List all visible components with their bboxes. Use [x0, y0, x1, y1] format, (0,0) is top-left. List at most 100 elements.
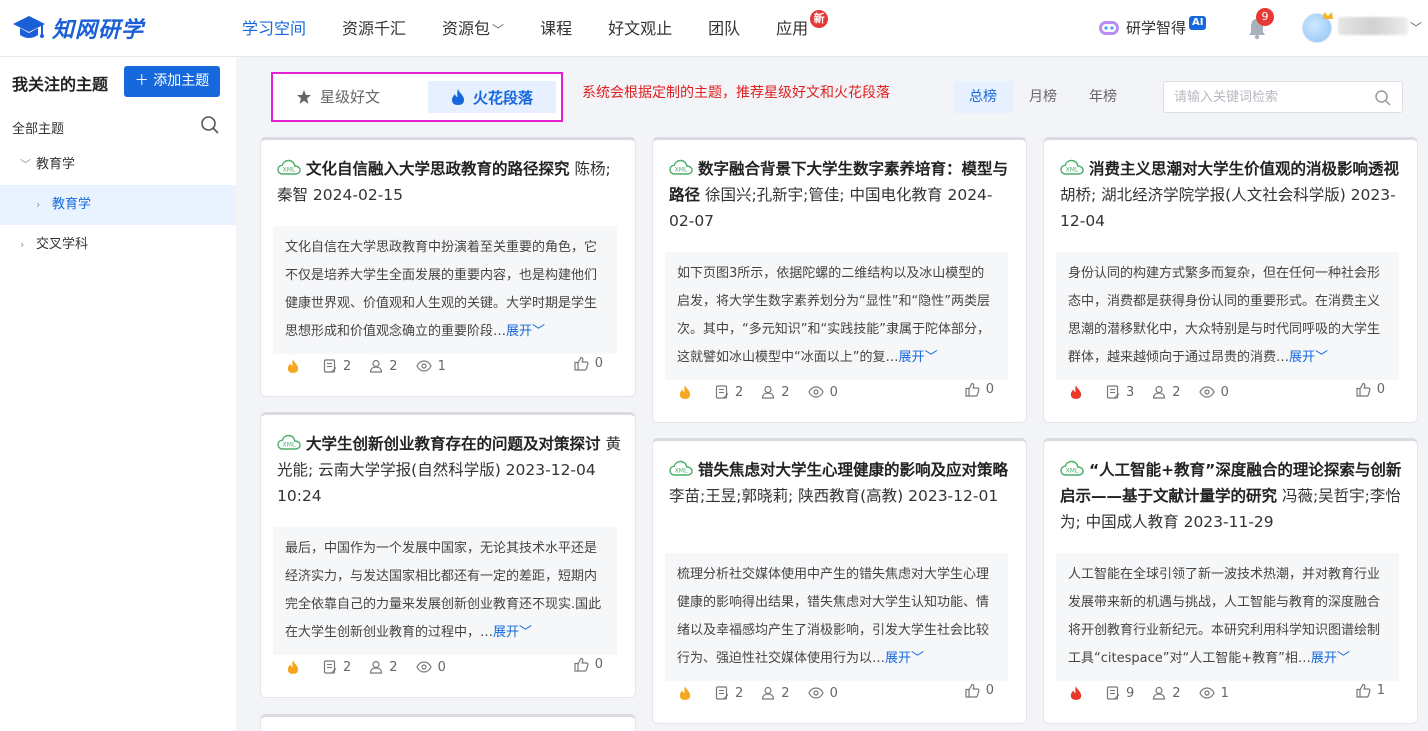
- stat-value: 2: [343, 358, 352, 374]
- article-title[interactable]: 消费主义思潮对大学生价值观的消极影响透视: [1089, 160, 1399, 178]
- user-icon: [370, 359, 383, 373]
- nav-item-study-space[interactable]: 学习空间: [224, 0, 324, 57]
- article-title[interactable]: 大学生创新创业教育存在的问题及对策探讨: [306, 435, 601, 453]
- stat-value: 0: [1376, 382, 1385, 397]
- expand-link[interactable]: 展开﹀: [885, 651, 924, 666]
- tree-item-education[interactable]: ﹀ 教育学: [20, 145, 75, 185]
- fire-icon: [679, 385, 691, 399]
- spark-paragraph: 人工智能在全球引领了新一波技术热潮，并对教育行业发展带来新的机遇与挑战，人工智能…: [1056, 553, 1399, 681]
- chevron-down-icon: ﹀: [911, 651, 925, 666]
- spark-paragraph: 文化自信在大学思政教育中扮演着至关重要的角色，它不仅是培养大学生全面发展的重要内…: [273, 226, 617, 354]
- hot-indicator: [287, 358, 305, 374]
- stat-value: 0: [594, 356, 603, 371]
- tab-star-articles[interactable]: 星级好文: [296, 86, 380, 107]
- chevron-down-icon: ﹀: [532, 324, 546, 339]
- chevron-down-icon: ﹀: [1336, 651, 1350, 666]
- nav-label: 资源包: [442, 19, 491, 38]
- like-button[interactable]: 0: [574, 356, 603, 371]
- article-card[interactable]: XML 文化自信融入大学思政教育的路径探究 陈杨; 秦智 2024-02-15 文化…: [260, 137, 636, 397]
- user-icon: [762, 385, 775, 399]
- nav-label: 资源千汇: [342, 19, 407, 38]
- article-title-block[interactable]: XML 消费主义思潮对大学生价值观的消极影响透视 胡桥; 湖北经济学院学报(人文社…: [1060, 156, 1403, 234]
- stat-value: 0: [829, 384, 838, 400]
- keyword-search-input[interactable]: [1164, 82, 1364, 112]
- stat-value: 2: [389, 358, 398, 374]
- views-count: 0: [415, 659, 446, 675]
- all-topics-link[interactable]: 全部主题: [12, 118, 64, 137]
- article-title-block[interactable]: XML 大学生创新创业教育存在的问题及对策探讨 黄光能; 云南大学学报(自然科学版…: [277, 431, 621, 509]
- thumbs-up-icon[interactable]: [1356, 382, 1371, 397]
- expand-link[interactable]: 展开﹀: [898, 350, 937, 365]
- article-card-partial[interactable]: [260, 714, 636, 731]
- stat-value: 2: [389, 659, 398, 675]
- xml-cloud-icon: XML: [1060, 460, 1084, 476]
- article-title-block[interactable]: XML 错失焦虑对大学生心理健康的影响及应对策略 李苗;王昱;郭晓莉; 陕西教育(…: [669, 457, 1012, 509]
- thumbs-up-icon[interactable]: [965, 683, 980, 698]
- article-card[interactable]: XML “人工智能+教育”深度融合的理论探索与创新启示——基于文献计量学的研究 冯…: [1043, 438, 1418, 724]
- tree-item-education-child[interactable]: › 教育学: [0, 185, 236, 225]
- username-blurred[interactable]: [1338, 17, 1408, 35]
- like-button[interactable]: 0: [965, 382, 994, 397]
- expand-link[interactable]: 展开﹀: [1289, 350, 1328, 365]
- like-button[interactable]: 0: [965, 683, 994, 698]
- add-topic-button[interactable]: ＋ 添加主题: [124, 66, 220, 97]
- article-card[interactable]: XML 错失焦虑对大学生心理健康的影响及应对策略 李苗;王昱;郭晓莉; 陕西教育(…: [652, 438, 1027, 724]
- expand-link[interactable]: 展开﹀: [1311, 651, 1350, 666]
- article-title[interactable]: 文化自信融入大学思政教育的路径探究: [306, 160, 570, 178]
- like-button[interactable]: 1: [1356, 683, 1385, 698]
- expand-link[interactable]: 展开﹀: [506, 324, 545, 339]
- svg-text:XML: XML: [1066, 468, 1079, 475]
- nav-item-team[interactable]: 团队: [690, 0, 758, 57]
- thumbs-up-icon[interactable]: [965, 382, 980, 397]
- svg-text:XML: XML: [283, 442, 296, 449]
- views-count: 0: [807, 384, 838, 400]
- user-icon: [1153, 686, 1166, 700]
- users-count: 2: [1152, 385, 1181, 400]
- chevron-down-icon[interactable]: ﹀: [1410, 19, 1422, 36]
- xml-cloud-icon: XML: [669, 159, 693, 175]
- stat-value: 0: [437, 659, 446, 675]
- spark-paragraph: 身份认同的构建方式繁多而复杂，但在任何一种社会形态中，消费都是获得身份认同的重要…: [1056, 252, 1399, 380]
- article-card[interactable]: XML 数字融合背景下大学生数字素养培育：模型与路径 徐国兴;孔新宇;管佳; 中国…: [652, 137, 1027, 423]
- top-nav-bar: 知网研学 学习空间 资源千汇 资源包 ﹀ 课程 好文观止 团队 应用新 研学智得 …: [0, 0, 1428, 57]
- article-title-block[interactable]: XML 数字融合背景下大学生数字素养培育：模型与路径 徐国兴;孔新宇;管佳; 中国…: [669, 156, 1012, 234]
- stat-value: 3: [1126, 384, 1135, 400]
- thumbs-up-icon[interactable]: [1356, 683, 1371, 698]
- eye-icon: [1198, 687, 1215, 699]
- search-icon[interactable]: [200, 115, 220, 135]
- like-button[interactable]: 0: [1356, 382, 1385, 397]
- article-card[interactable]: XML 消费主义思潮对大学生价值观的消极影响透视 胡桥; 湖北经济学院学报(人文社…: [1043, 137, 1418, 423]
- search-icon[interactable]: [1374, 89, 1392, 107]
- rank-tab-month[interactable]: 月榜: [1013, 81, 1073, 113]
- tab-label: 火花段落: [472, 88, 533, 107]
- chevron-right-icon: ›: [20, 238, 25, 251]
- rank-tab-total[interactable]: 总榜: [953, 81, 1013, 113]
- chevron-down-icon: ﹀: [492, 23, 505, 37]
- expand-label: 展开: [1310, 651, 1337, 666]
- nav-item-resources[interactable]: 资源千汇: [324, 0, 424, 57]
- paragraph-text: 最后，中国作为一个发展中国家，无论其技术水平还是经济实力，与发达国家相比都还有一…: [285, 541, 602, 640]
- nav-item-courses[interactable]: 课程: [522, 0, 590, 57]
- like-button[interactable]: 0: [574, 657, 603, 672]
- rank-tab-year[interactable]: 年榜: [1073, 81, 1133, 113]
- user-icon: [370, 660, 383, 674]
- nav-item-resource-pack[interactable]: 资源包 ﹀: [424, 0, 522, 57]
- xml-cloud-icon: XML: [277, 434, 301, 450]
- article-title[interactable]: 错失焦虑对大学生心理健康的影响及应对策略: [698, 461, 1008, 479]
- views-count: 0: [807, 686, 838, 701]
- fire-icon: [679, 686, 691, 700]
- article-card[interactable]: XML 大学生创新创业教育存在的问题及对策探讨 黄光能; 云南大学学报(自然科学版…: [260, 412, 636, 698]
- thumbs-up-icon[interactable]: [574, 356, 589, 371]
- thumbs-up-icon[interactable]: [574, 657, 589, 672]
- app-logo[interactable]: 知网研学: [12, 12, 144, 44]
- nav-item-good-articles[interactable]: 好文观止: [590, 0, 690, 57]
- svg-text:XML: XML: [675, 167, 688, 174]
- nav-item-apps[interactable]: 应用新: [758, 0, 829, 57]
- ai-assistant-link[interactable]: 研学智得 AI: [1097, 16, 1207, 38]
- article-title-block[interactable]: XML “人工智能+教育”深度融合的理论探索与创新启示——基于文献计量学的研究 冯…: [1060, 457, 1403, 535]
- article-title-block[interactable]: XML 文化自信融入大学思政教育的路径探究 陈杨; 秦智 2024-02-15: [277, 156, 621, 208]
- expand-link[interactable]: 展开﹀: [493, 625, 532, 640]
- notes-count: 2: [715, 686, 743, 701]
- tree-item-interdisciplinary[interactable]: › 交叉学科: [20, 225, 88, 265]
- tab-spark-paragraphs[interactable]: 火花段落: [428, 81, 556, 113]
